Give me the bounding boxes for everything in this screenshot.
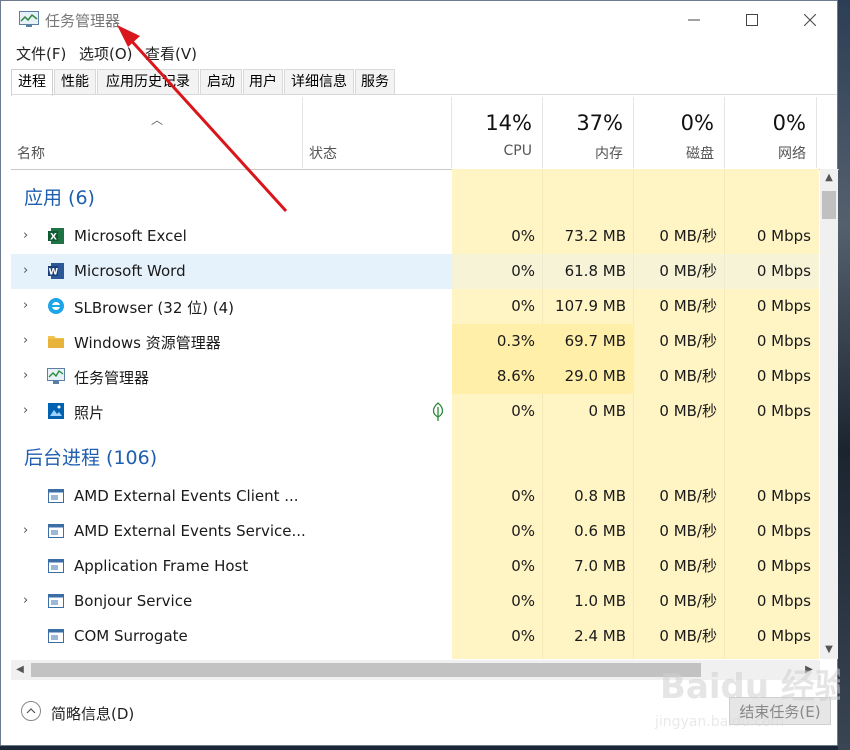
red-annotation-arrow xyxy=(117,25,288,213)
arrow-head-icon xyxy=(117,25,140,47)
